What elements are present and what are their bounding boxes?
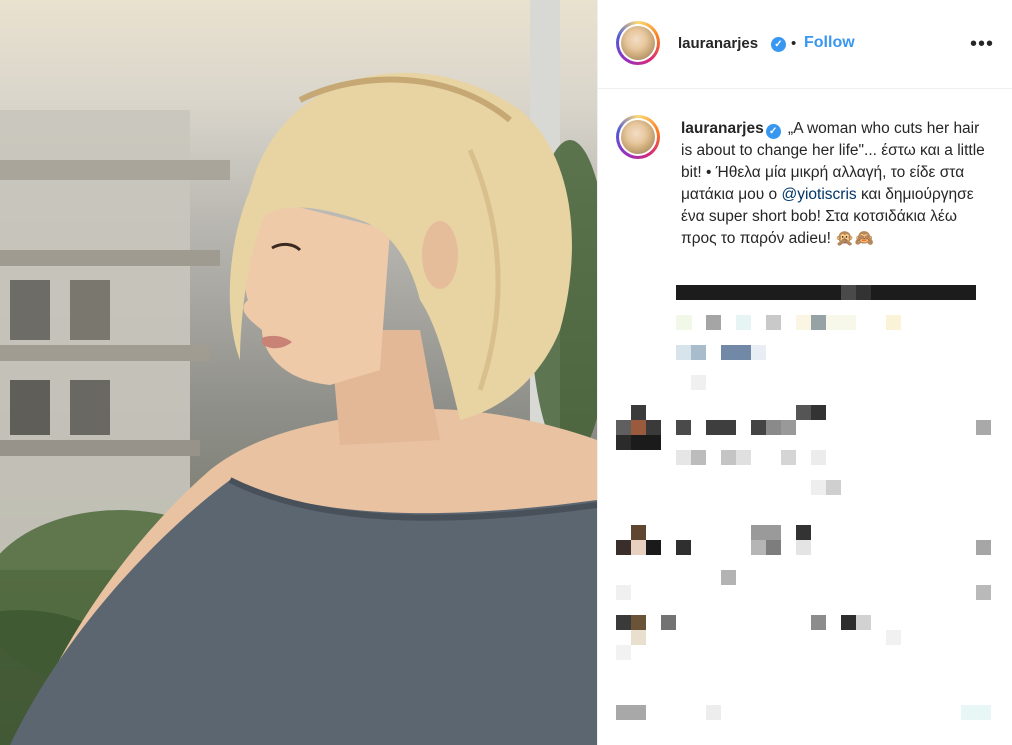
pixel-block [796,525,811,540]
redacted-bar [676,285,976,300]
pixel-block [676,315,692,330]
pixel-block [796,315,811,330]
pixel-block [766,315,781,330]
redacted-block [856,285,871,300]
pixel-block [886,315,901,330]
redacted-block [841,285,856,300]
avatar[interactable] [616,21,660,65]
pixel-block [706,705,721,720]
follow-button[interactable]: Follow [804,34,855,52]
pixel-avatar [616,420,631,435]
pixel-block [751,345,766,360]
pixel-block [886,630,901,645]
caption-avatar[interactable] [616,115,660,159]
pixel-block [721,450,736,465]
pixel-block [811,315,826,330]
pixel-block [691,345,706,360]
header-username[interactable]: lauranarjes [678,35,758,52]
post-caption: lauranarjes ✓ „A woman who cuts her hair … [681,118,991,250]
pixel-block [961,705,991,720]
pixel-block [691,450,706,465]
pixel-block [811,480,826,495]
pixel-block [616,645,631,660]
post-side-panel: lauranarjes ✓ • Follow ••• lauranarjes ✓ … [597,0,1012,745]
pixel-block [976,420,991,435]
pixel-block [976,540,991,555]
pixel-avatar [631,420,646,435]
pixel-block [751,420,766,435]
pixel-avatar [646,540,661,555]
pixel-block [706,315,721,330]
pixel-block [706,420,736,435]
pixel-avatar [616,435,631,450]
pixel-block [811,450,826,465]
pixel-block [826,315,856,330]
pixel-avatar [616,540,631,555]
pixel-avatar [631,435,661,450]
pixel-block [811,405,826,420]
pixel-block [661,615,676,630]
pixel-avatar [631,615,646,630]
pixel-block [841,615,856,630]
caption-mention-link[interactable]: @yiotiscris [781,186,856,203]
pixel-avatar [631,540,646,555]
pixel-block [781,420,796,435]
pixel-avatar [631,525,646,540]
pixel-block [751,525,781,540]
pixel-block [976,585,991,600]
pixel-block [676,540,691,555]
photo-illustration [0,0,597,745]
pixel-block [796,540,811,555]
verified-badge-icon: ✓ [771,37,786,52]
post-header: lauranarjes ✓ • Follow ••• [598,0,1012,89]
caption-username[interactable]: lauranarjes [681,120,764,137]
post-photo[interactable] [0,0,597,745]
pixel-avatar [646,420,661,435]
pixel-block [736,315,751,330]
pixel-block [616,705,646,720]
more-options-icon[interactable]: ••• [970,34,994,54]
pixel-block [796,405,811,420]
pixel-block [721,570,736,585]
pixel-block [676,420,691,435]
pixel-block [856,615,871,630]
pixel-block [616,585,631,600]
header-separator: • [791,35,797,52]
pixel-block [676,450,691,465]
pixel-block [691,375,706,390]
caption-emoji: 🙊🙈 [835,230,874,247]
pixel-avatar [631,630,646,645]
caption-verified-icon: ✓ [765,124,781,139]
pixel-avatar [616,615,631,630]
pixel-block [766,420,781,435]
pixel-avatar [631,405,646,420]
pixel-block [736,450,751,465]
pixel-block [766,540,781,555]
pixel-block [811,615,826,630]
pixel-block [781,450,796,465]
pixel-block [676,345,691,360]
pixel-block [751,540,766,555]
pixel-block [826,480,841,495]
pixel-block [721,345,751,360]
